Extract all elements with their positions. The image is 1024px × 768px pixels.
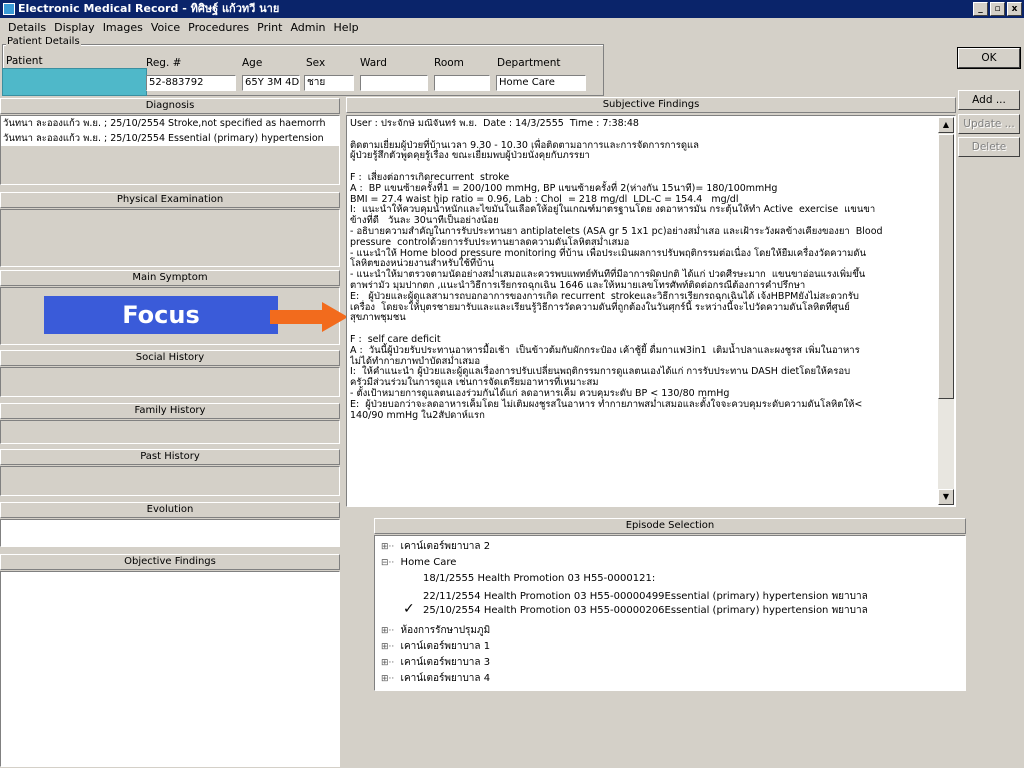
menu-details[interactable]: Details [4,19,50,37]
expand-icon[interactable]: ⊞·· [381,540,394,554]
physical-exam-box[interactable] [0,209,340,267]
delete-button[interactable]: Delete [958,137,1020,157]
focus-callout: Focus [44,296,278,334]
menu-bar: Details Display Images Voice Procedures … [0,19,363,37]
physical-exam-header[interactable]: Physical Examination [0,192,340,208]
social-history-box[interactable] [0,367,340,397]
menu-images[interactable]: Images [99,19,147,37]
menu-display[interactable]: Display [50,19,99,37]
expand-icon[interactable]: ⊞·· [381,656,394,670]
objective-findings-header[interactable]: Objective Findings [0,554,340,570]
subjective-line: A : BP แขนซ้ายครั้งที่1 = 200/100 mmHg, … [350,182,778,194]
family-history-box[interactable] [0,420,340,444]
tree-node-nurse-counter-2[interactable]: ⊞·· เคาน์เตอร์พยาบาล 2 [381,540,490,554]
collapse-icon[interactable]: ⊟·· [381,556,394,570]
patient-name-redaction [2,68,147,96]
episode-tree[interactable]: ⊞·· เคาน์เตอร์พยาบาล 2 ⊟·· Home Care 18/… [374,535,966,691]
diagnosis-item[interactable]: วันทนา ละอองแก้ว พ.ย. ; 25/10/2554 Essen… [1,131,339,146]
maximize-button[interactable]: ▫ [990,2,1005,16]
expand-icon[interactable]: ⊞·· [381,640,394,654]
menu-voice[interactable]: Voice [147,19,184,37]
room-field[interactable] [434,75,490,91]
patient-details-legend: Patient Details [6,36,81,47]
diagnosis-list[interactable]: วันทนา ละอองแก้ว พ.ย. ; 25/10/2554 Strok… [0,115,340,185]
tree-node-nurse-counter-3[interactable]: ⊞·· เคาน์เตอร์พยาบาล 3 [381,656,490,670]
check-icon: ✓ [403,601,415,617]
sex-field[interactable]: ชาย [304,75,354,91]
subjective-line: pressure controlด้วยการรับประทานยาลดความ… [350,236,630,248]
episode-selection-header[interactable]: Episode Selection [374,518,966,534]
subjective-line: เครื่อง โดยจะให้บุตรชายมารับและและเรียนร… [350,301,850,313]
focus-arrow-icon [270,302,348,332]
reg-number-field[interactable]: 52-883792 [146,75,236,91]
menu-procedures[interactable]: Procedures [184,19,253,37]
tree-episode-item[interactable]: 18/1/2555 Health Promotion 03 H55-000012… [423,572,655,586]
tree-node-nurse-counter-4[interactable]: ⊞·· เคาน์เตอร์พยาบาล 4 [381,672,490,686]
evolution-box[interactable] [0,519,340,547]
department-label: Department [497,57,561,69]
subjective-line: User : ประจักษ์ มณีจันทร์ พ.ย. Date : 14… [350,119,639,129]
menu-print[interactable]: Print [253,19,286,37]
minimize-button[interactable]: _ [973,2,988,16]
reg-label: Reg. # [146,57,182,69]
subjective-findings-box[interactable]: User : ประจักษ์ มณีจันทร์ พ.ย. Date : 14… [346,115,956,507]
menu-help[interactable]: Help [330,19,363,37]
window-title: Electronic Medical Record - ทิศิษฐ์ แก้ว… [18,2,280,15]
subjective-findings-text[interactable]: User : ประจักษ์ มณีจันทร์ พ.ย. Date : 14… [350,119,935,503]
vertical-scrollbar[interactable]: ▲ ▼ [938,117,954,505]
social-history-header[interactable]: Social History [0,350,340,366]
subjective-line: 140/90 mmHg ใน2สัปดาห์แรก [350,409,485,421]
ward-label: Ward [360,57,387,69]
room-label: Room [434,57,464,69]
add-button[interactable]: Add ... [958,90,1020,110]
past-history-box[interactable] [0,466,340,496]
subjective-line: E: ผู้ป่วยและผู้ดูแลสามารถบอกอาการของการ… [350,290,859,302]
update-button[interactable]: Update ... [958,114,1020,134]
sex-label: Sex [306,57,326,69]
app-icon [3,3,15,15]
subjective-line [350,130,935,141]
tree-episode-item[interactable]: 22/11/2554 Health Promotion 03 H55-00000… [423,590,868,604]
past-history-header[interactable]: Past History [0,449,340,465]
subjective-line: สุขภาพชุมชน [350,312,406,324]
tree-node-home-care[interactable]: ⊟·· Home Care [381,556,456,570]
expand-icon[interactable]: ⊞·· [381,672,394,686]
tree-node-immunization[interactable]: ⊞·· ห้องการรักษาปรุมภูมิ [381,624,490,638]
expand-icon[interactable]: ⊞·· [381,624,394,638]
subjective-findings-header[interactable]: Subjective Findings [346,97,956,113]
age-field[interactable]: 65Y 3M 4D [242,75,300,91]
menu-admin[interactable]: Admin [286,19,329,37]
diagnosis-item[interactable]: วันทนา ละอองแก้ว พ.ย. ; 25/10/2554 Strok… [1,116,339,131]
tree-node-nurse-counter-1[interactable]: ⊞·· เคาน์เตอร์พยาบาล 1 [381,640,490,654]
family-history-header[interactable]: Family History [0,403,340,419]
main-symptom-header[interactable]: Main Symptom [0,270,340,286]
scroll-thumb[interactable] [938,134,954,399]
objective-findings-box[interactable] [0,571,340,767]
patient-label: Patient [6,55,43,67]
ward-field[interactable] [360,75,428,91]
subjective-line: ผู้ป่วยรู้สึกตัวพูดคุยรู้เรื่อง ขณะเยี่ย… [350,150,590,162]
scroll-down-icon[interactable]: ▼ [938,489,954,505]
evolution-header[interactable]: Evolution [0,502,340,518]
department-field[interactable]: Home Care [496,75,586,91]
subjective-line: A : วันนี้ผู้ป่วยรับประทานอาหารมื้อเช้า … [350,344,860,356]
subjective-line: E: ผู้ป่วยบอกว่าจะลดอาหารเค็มโดย ไม่เติม… [350,398,863,410]
tree-episode-item-selected[interactable]: 25/10/2554 Health Promotion 03 H55-00000… [423,604,868,618]
scroll-up-icon[interactable]: ▲ [938,117,954,133]
age-label: Age [242,57,263,69]
close-button[interactable]: x [1007,2,1022,16]
title-bar: Electronic Medical Record - ทิศิษฐ์ แก้ว… [0,0,1024,18]
ok-button[interactable]: OK [957,47,1021,69]
diagnosis-header[interactable]: Diagnosis [0,98,340,114]
